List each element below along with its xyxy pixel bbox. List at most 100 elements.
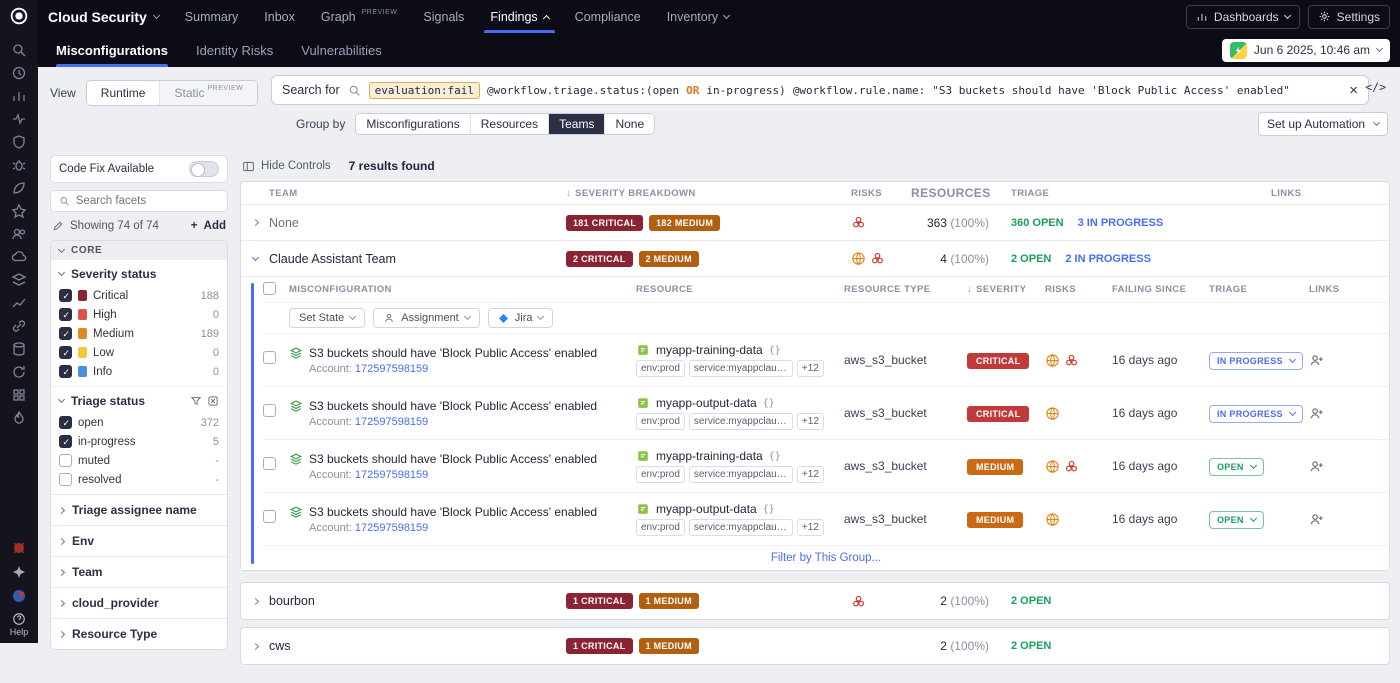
triage-status-select[interactable]: OPEN [1209, 458, 1264, 476]
nav-compliance[interactable]: Compliance [575, 0, 641, 33]
facet-item-info[interactable]: Info0 [59, 362, 219, 381]
jira-button[interactable]: Jira [488, 308, 554, 328]
json-view-icon[interactable]: {} [769, 345, 781, 356]
static-button[interactable]: StaticPREVIEW [159, 81, 257, 105]
cloud-icon[interactable] [11, 249, 27, 265]
group-by-none[interactable]: None [604, 114, 654, 134]
checkbox-unchecked[interactable] [59, 454, 72, 467]
collapse-chevron-icon[interactable] [251, 253, 258, 260]
json-view-icon[interactable]: {} [769, 451, 781, 462]
finding-row[interactable]: S3 buckets should have 'Block Public Acc… [263, 387, 1389, 440]
facet-search-input[interactable] [76, 195, 219, 207]
code-view-button[interactable]: </> [1365, 80, 1386, 94]
nav-findings[interactable]: Findings [490, 0, 548, 33]
bar-chart-icon[interactable] [11, 88, 27, 104]
nav-summary[interactable]: Summary [185, 0, 238, 33]
sparkle-icon[interactable] [11, 564, 27, 580]
facet-team[interactable]: Team [51, 556, 227, 587]
facet-item-muted[interactable]: muted- [59, 451, 219, 470]
date-picker[interactable]: Jun 6 2025, 10:46 am [1222, 39, 1390, 62]
tag-more-count[interactable]: +12 [797, 466, 824, 483]
query-chip-evaluation-fail[interactable]: evaluation:fail [369, 82, 480, 99]
assignment-button[interactable]: Assignment [373, 308, 479, 328]
add-assignee-icon[interactable] [1309, 512, 1324, 527]
leaf-icon[interactable] [11, 180, 27, 196]
clear-search-button[interactable]: × [1349, 83, 1358, 98]
checkbox-unchecked[interactable] [59, 473, 72, 486]
dashboards-button[interactable]: Dashboards [1186, 5, 1300, 29]
resource-name[interactable]: myapp-training-data [656, 449, 763, 463]
group-by-misconfigurations[interactable]: Misconfigurations [356, 114, 469, 134]
tag-more-count[interactable]: +12 [797, 413, 824, 430]
account-id-link[interactable]: 172597598159 [355, 416, 428, 428]
misconfiguration-title[interactable]: S3 buckets should have 'Block Public Acc… [309, 452, 597, 466]
settings-button[interactable]: Settings [1308, 5, 1390, 29]
star-icon[interactable] [11, 203, 27, 219]
tab-vulnerabilities[interactable]: Vulnerabilities [301, 33, 381, 67]
facet-item-resolved[interactable]: resolved- [59, 470, 219, 489]
triage-status-select[interactable]: IN PROGRESS [1209, 405, 1303, 423]
product-switcher[interactable]: Cloud Security [48, 9, 159, 25]
expand-chevron-icon[interactable] [251, 642, 258, 649]
col-severity[interactable]: ↓SEVERITY [967, 284, 1045, 295]
filter-by-group-link[interactable]: Filter by This Group... [263, 546, 1389, 570]
facet-item-low[interactable]: Low0 [59, 343, 219, 362]
apps-grid-icon[interactable] [11, 387, 27, 403]
tag-more-count[interactable]: +12 [797, 360, 824, 377]
clear-filter-icon[interactable] [207, 395, 219, 407]
shield-icon[interactable] [11, 134, 27, 150]
facet-env[interactable]: Env [51, 525, 227, 556]
hide-controls-button[interactable]: Hide Controls [242, 160, 331, 173]
nav-inbox[interactable]: Inbox [264, 0, 295, 33]
account-id-link[interactable]: 172597598159 [355, 363, 428, 375]
expand-chevron-icon[interactable] [251, 597, 258, 604]
filter-funnel-icon[interactable] [190, 395, 202, 407]
search-bar[interactable]: Search for evaluation:fail @workflow.tri… [271, 75, 1369, 105]
users-icon[interactable] [11, 226, 27, 242]
code-fix-toggle[interactable] [189, 161, 219, 177]
select-all-checkbox[interactable] [263, 282, 276, 295]
facet-resource-type[interactable]: Resource Type [51, 618, 227, 649]
facet-triage-assignee-name[interactable]: Triage assignee name [51, 494, 227, 525]
runtime-button[interactable]: Runtime [87, 81, 160, 105]
row-checkbox[interactable] [263, 457, 276, 470]
row-checkbox[interactable] [263, 351, 276, 364]
account-id-link[interactable]: 172597598159 [355, 469, 428, 481]
col-severity-breakdown[interactable]: ↓SEVERITY BREAKDOWN [566, 188, 851, 199]
finding-row[interactable]: S3 buckets should have 'Block Public Acc… [263, 334, 1389, 387]
facet-item-in-progress[interactable]: in-progress5 [59, 432, 219, 451]
activity-icon[interactable] [11, 111, 27, 127]
finding-row[interactable]: S3 buckets should have 'Block Public Acc… [263, 493, 1389, 546]
checkbox-checked[interactable] [59, 308, 72, 321]
resource-name[interactable]: myapp-training-data [656, 343, 763, 357]
set-state-button[interactable]: Set State [289, 308, 365, 328]
row-checkbox[interactable] [263, 404, 276, 417]
setup-automation-select[interactable]: Set up Automation [1258, 112, 1388, 136]
app-logo-icon[interactable] [11, 588, 27, 604]
red-app-icon[interactable] [11, 540, 27, 556]
history-icon[interactable] [11, 65, 27, 81]
misconfiguration-title[interactable]: S3 buckets should have 'Block Public Acc… [309, 346, 597, 360]
layers-icon[interactable] [11, 272, 27, 288]
checkbox-checked[interactable] [59, 365, 72, 378]
checkbox-checked[interactable] [59, 416, 72, 429]
row-checkbox[interactable] [263, 510, 276, 523]
checkbox-checked[interactable] [59, 435, 72, 448]
link-icon[interactable] [11, 318, 27, 334]
tab-identity-risks[interactable]: Identity Risks [196, 33, 273, 67]
trend-icon[interactable] [11, 295, 27, 311]
misconfiguration-title[interactable]: S3 buckets should have 'Block Public Acc… [309, 399, 597, 413]
tag-more-count[interactable]: +12 [797, 519, 824, 536]
nav-graph[interactable]: GraphPREVIEW [321, 0, 398, 33]
resource-name[interactable]: myapp-output-data [656, 502, 757, 516]
sync-icon[interactable] [11, 364, 27, 380]
nav-inventory[interactable]: Inventory [667, 0, 729, 33]
checkbox-checked[interactable] [59, 327, 72, 340]
group-row-bourbon[interactable]: bourbon 1 CRITICAL1 MEDIUM 2 (100%) 2 OP… [241, 583, 1389, 619]
triage-status-select[interactable]: OPEN [1209, 511, 1264, 529]
checkbox-checked[interactable] [59, 346, 72, 359]
group-row-cws[interactable]: cws 1 CRITICAL1 MEDIUM 2 (100%) 2 OPEN [241, 628, 1389, 664]
bug-icon[interactable] [11, 157, 27, 173]
app-logo[interactable] [8, 5, 30, 27]
group-row-none[interactable]: None 181 CRITICAL182 MEDIUM 363 (100%) 3… [241, 204, 1389, 240]
